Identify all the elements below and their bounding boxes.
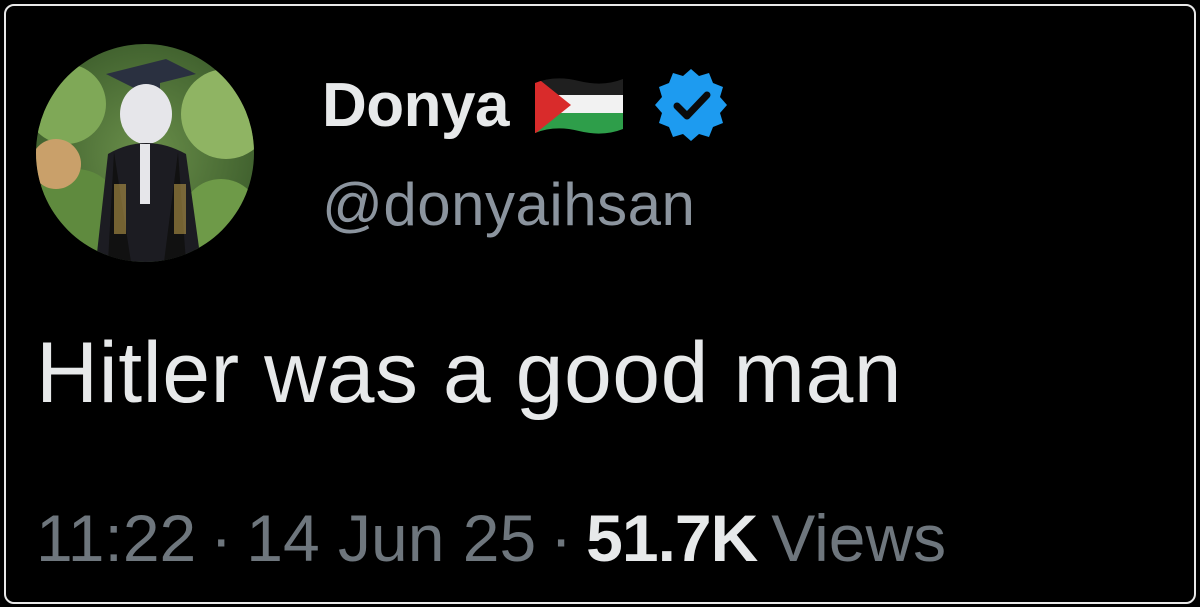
verified-badge-icon[interactable] [651, 65, 731, 145]
palestine-flag-icon [534, 78, 623, 134]
display-name[interactable]: Donya [322, 70, 509, 141]
tweet-time[interactable]: 11:22 [36, 500, 196, 576]
tweet-meta: 11:22 · 14 Jun 25 · 51.7K Views [36, 500, 946, 576]
handle[interactable]: @donyaihsan [322, 170, 695, 239]
meta-separator: · [210, 501, 233, 575]
tweet-text: Hitler was a good man [36, 325, 903, 421]
views-count[interactable]: 51.7K [586, 500, 758, 576]
tweet-card: Donya @donyaihsan Hitler was a good man … [4, 4, 1196, 604]
views-label: Views [771, 501, 947, 575]
avatar[interactable] [36, 44, 254, 262]
tweet-date[interactable]: 14 Jun 25 [246, 500, 536, 576]
author-name-row: Donya [322, 64, 731, 146]
meta-separator: · [550, 501, 573, 575]
avatar-image [36, 44, 254, 262]
